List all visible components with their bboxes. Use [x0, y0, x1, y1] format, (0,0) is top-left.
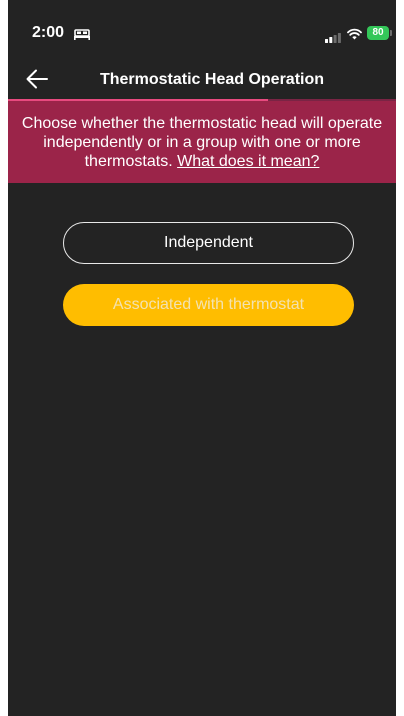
wifi-icon — [347, 27, 362, 40]
bed-icon — [74, 27, 90, 40]
info-banner: Choose whether the thermostatic head wil… — [8, 101, 396, 183]
arrow-left-icon — [26, 69, 48, 89]
status-bar: 2:00 80 — [8, 0, 396, 56]
status-time: 2:00 — [32, 24, 65, 41]
battery-level: 80 — [367, 26, 389, 40]
page-title: Thermostatic Head Operation — [99, 71, 325, 88]
independent-button[interactable]: Independent — [63, 222, 354, 264]
header: Thermostatic Head Operation — [8, 56, 396, 100]
what-does-it-mean-link[interactable]: What does it mean? — [177, 153, 319, 170]
battery-cap — [390, 30, 392, 36]
signal-icon — [325, 30, 341, 43]
app-screen: 2:00 80 Thermostatic Head Operation Choo… — [8, 0, 396, 716]
back-button[interactable] — [22, 64, 52, 94]
associated-with-thermostat-button[interactable]: Associated with thermostat — [63, 284, 354, 326]
battery-icon: 80 — [367, 26, 392, 40]
